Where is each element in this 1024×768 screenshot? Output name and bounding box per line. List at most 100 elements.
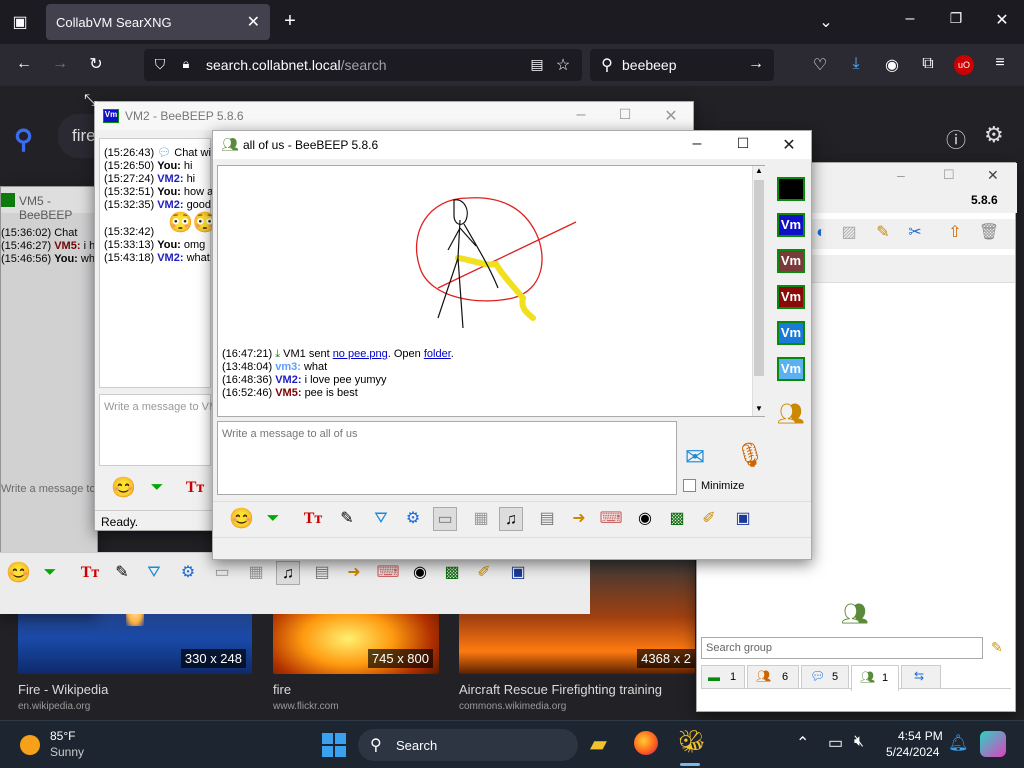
minimize-window-icon[interactable]: – [900,10,920,28]
vm2-titlebar[interactable]: Vm VM2 - BeeBEEP 5.8.6 – ☐ ✕ [95,102,693,130]
group-titlebar[interactable]: 👥︎ all of us - BeeBEEP 5.8.6 – ☐ ✕ [213,131,811,159]
lock-icon[interactable]: 🔒︎ [178,56,194,72]
reader-view-icon[interactable]: ▤ [528,56,546,73]
close-icon[interactable]: ✕ [987,167,999,184]
connect-icon[interactable]: ◐ [809,221,833,245]
send-file-icon[interactable]: ➜ [567,507,591,531]
search-group-input[interactable]: Search group [701,637,983,659]
taskbar-search[interactable]: ⚲ Search [358,729,578,761]
edit-icon[interactable]: ✎ [871,221,895,245]
account-icon[interactable]: ◉ [882,55,902,75]
url-bar[interactable]: ⛉ 🔒︎ search.collabnet.local/search ▤ ☆ [144,49,582,81]
filter-icon[interactable]: ⛛ [369,507,393,531]
result-title[interactable]: Aircraft Rescue Firefighting training [459,682,662,697]
reload-icon[interactable]: ↻ [86,54,106,74]
maximize-icon[interactable]: ☐ [615,106,635,123]
inbox-icon[interactable]: ▭ [433,507,457,531]
settings-gear-icon[interactable]: ⚙ [984,122,1004,148]
file-icon[interactable]: ▤ [310,561,334,585]
file-explorer-icon[interactable]: ▰ [590,731,607,757]
member-badge-vm6[interactable]: Vm [777,357,805,381]
file-link[interactable]: no pee.png [333,348,388,360]
minimize-icon[interactable]: – [571,106,591,124]
send-message-icon[interactable]: ✉ [685,443,705,472]
result-title[interactable]: Fire - Wikipedia [18,682,108,697]
windows-start-icon[interactable] [322,733,346,757]
restore-window-icon[interactable]: ❐ [946,10,966,27]
emoticon-icon[interactable]: 😊 [111,476,136,500]
emoticon-icon[interactable]: 😊 [229,507,254,531]
chat-scrollbar[interactable]: ▲ ▼ [752,166,765,416]
gear-icon[interactable]: ⚙ [401,507,425,531]
close-icon[interactable]: ✕ [779,135,799,155]
member-badge-vm1[interactable] [777,177,805,201]
code-icon[interactable]: ⌨ [376,561,400,585]
message-input-placeholder[interactable]: Write a message to [1,483,96,495]
notes-icon[interactable]: ✐ [472,561,496,585]
result-title[interactable]: fire [273,682,291,697]
member-badge-vm5[interactable]: Vm [777,321,805,345]
group-members-icon[interactable]: 👥︎ [777,401,805,427]
screenshot-icon[interactable]: ▩ [440,561,464,585]
browser-tab[interactable]: CollabVM SearXNG ✕ [46,4,270,40]
downloads-icon[interactable]: ⤓ [846,55,866,73]
tab-files[interactable]: ⇆ [901,665,941,689]
tab-list-icon[interactable]: ▣ [8,12,32,32]
network-icon[interactable]: ▭ [828,733,843,753]
maximize-icon[interactable]: ☐ [943,167,955,183]
close-tab-icon[interactable]: ✕ [247,12,260,32]
camera-icon[interactable]: ◉ [633,507,657,531]
green-arrow-icon[interactable]: ⏷ [261,507,285,531]
bookmark-star-icon[interactable]: ☆ [554,55,572,75]
forward-icon[interactable]: → [50,55,70,73]
tab-users[interactable]: 👥︎ 6 [747,665,799,689]
new-tab-icon[interactable]: + [280,10,300,33]
clock-date[interactable]: 5/24/2024 [886,745,939,759]
search-bar[interactable]: ⚲ beebeep → [590,49,774,81]
pocket-icon[interactable]: ♡ [810,55,830,75]
emoticon-icon[interactable]: 😊 [6,561,31,585]
update-icon[interactable]: ⇧ [943,221,967,245]
color-icon[interactable]: ✎ [110,561,134,585]
firefox-icon[interactable] [634,731,658,755]
color-icon[interactable]: ✎ [335,507,359,531]
chevron-up-icon[interactable]: ⌃ [796,733,809,753]
vm5-titlebar[interactable]: VM5 - BeeBEEP [1,187,97,222]
tab-chats[interactable]: ▬ 1 [701,665,745,689]
clipboard-icon[interactable]: ▦ [469,507,493,531]
font-icon[interactable]: Tт [183,476,207,500]
tools-icon[interactable]: ✂ [903,221,927,245]
go-arrow-icon[interactable]: → [746,55,766,73]
music-icon[interactable]: ♫ [499,507,523,531]
font-icon[interactable]: Tт [78,561,102,585]
member-badge-vm4[interactable]: Vm [777,285,805,309]
close-window-icon[interactable]: ✕ [992,10,1012,30]
ublock-icon[interactable]: uO [954,55,974,75]
music-icon[interactable]: ♫ [276,561,300,585]
scroll-down-icon[interactable]: ▼ [755,404,763,413]
group-message-input[interactable]: Write a message to all of us [217,421,677,495]
font-icon[interactable]: Tт [301,507,325,531]
green-arrow-icon[interactable]: ⏷ [145,476,169,500]
member-badge-vm3[interactable]: Vm [777,249,805,273]
member-badge-vm2[interactable]: Vm [777,213,805,237]
folder-link[interactable]: folder [424,348,451,360]
send-file-icon[interactable]: ➜ [342,561,366,585]
file-icon[interactable]: ▤ [535,507,559,531]
notes-icon[interactable]: ✐ [697,507,721,531]
menu-icon[interactable]: ≡ [990,54,1010,72]
clipboard-icon[interactable]: ▦ [244,561,268,585]
notification-bell-icon[interactable]: 🔔︎ [948,733,968,753]
trash-icon[interactable]: 🗑︎ [977,221,1001,245]
minimize-icon[interactable]: – [687,135,707,153]
clear-broom-icon[interactable]: ✎ [991,639,1003,656]
green-arrow-icon[interactable]: ⏷ [38,561,62,585]
tab-messages[interactable]: 💬︎ 5 [801,665,849,689]
vm2-message-input[interactable]: Write a message to VM [99,394,218,466]
clock-time[interactable]: 4:54 PM [898,729,943,743]
code-icon[interactable]: ⌨ [599,507,623,531]
sun-weather-icon[interactable] [20,735,40,755]
shield-icon[interactable]: ⛉ [152,56,168,73]
gear-icon[interactable]: ⚙ [176,561,200,585]
tab-groups[interactable]: 👥︎ 1 [851,665,899,691]
